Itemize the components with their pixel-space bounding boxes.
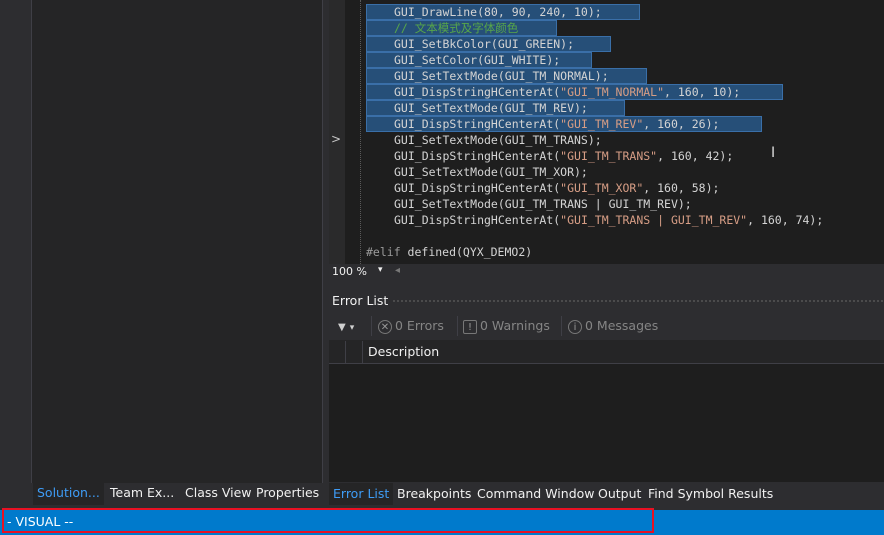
solution-explorer-panel [31,0,323,483]
messages-filter-button[interactable]: i0 Messages [568,317,658,335]
code-token: GUI_SetTextMode(GUI_TM_TRANS); [394,133,602,147]
code-line[interactable]: // 文本模式及字体颜色 [394,20,518,36]
code-token: "GUI_TM_NORMAL" [560,85,665,99]
tab-output[interactable]: Output [594,483,645,505]
code-token: , 160, 42); [657,149,734,163]
errors-count: 0 Errors [395,318,444,333]
code-line[interactable]: GUI_SetTextMode(GUI_TM_TRANS); [394,132,602,148]
chevron-down-icon: ▾ [349,323,355,333]
code-line[interactable]: GUI_SetTextMode(GUI_TM_TRANS | GUI_TM_RE… [394,196,692,212]
toolbar-separator [457,316,458,336]
code-token: GUI_SetTextMode(GUI_TM_REV); [394,101,588,115]
code-line[interactable]: GUI_DispStringHCenterAt("GUI_TM_TRANS | … [394,212,823,228]
code-token: // 文本模式及字体颜色 [394,21,519,35]
tab-command-window[interactable]: Command Window [473,483,599,505]
code-token: "GUI_TM_XOR" [560,181,644,195]
tab-team-explorer[interactable]: Team Ex... [106,483,178,505]
text-cursor-icon: I [771,145,776,161]
tab-error-list[interactable]: Error List [329,483,394,505]
column-separator[interactable] [345,341,346,363]
code-token: GUI_DispStringHCenterAt( [394,117,561,131]
warnings-count: 0 Warnings [480,318,550,333]
code-token: GUI_SetColor(GUI_WHITE); [394,53,561,67]
code-token: GUI_DispStringHCenterAt( [394,213,561,227]
column-separator[interactable] [362,341,363,363]
code-token: defined(QYX_DEMO2) [407,245,533,259]
code-token: "GUI_TM_TRANS | GUI_TM_REV" [560,213,748,227]
code-line[interactable]: GUI_DispStringHCenterAt("GUI_TM_NORMAL",… [394,84,740,100]
code-token: "GUI_TM_REV" [560,117,644,131]
code-line[interactable]: #elif defined(QYX_DEMO2) [366,244,532,260]
code-line[interactable]: GUI_DispStringHCenterAt("GUI_TM_XOR", 16… [394,180,719,196]
tab-class-view[interactable]: Class View [181,483,256,505]
toolbar-separator [561,316,562,336]
scroll-left-icon[interactable]: ◂ [395,265,400,276]
code-token: #elif [366,245,408,259]
messages-count: 0 Messages [585,318,659,333]
code-token: GUI_DispStringHCenterAt( [394,85,561,99]
code-token: , 160, 58); [643,181,720,195]
code-line[interactable]: GUI_SetBkColor(GUI_GREEN); [394,36,574,52]
code-token: , 160, 10); [664,85,741,99]
code-token: "GUI_TM_TRANS" [560,149,658,163]
code-line[interactable]: GUI_DispStringHCenterAt("GUI_TM_TRANS", … [394,148,733,164]
info-icon: i [568,319,582,334]
code-line[interactable]: GUI_DrawLine(80, 90, 240, 10); [394,4,602,20]
zoom-dropdown-icon[interactable]: ▾ [378,265,383,275]
editor-status-strip [329,264,884,282]
code-line[interactable]: GUI_SetColor(GUI_WHITE); [394,52,560,68]
left-panel-tabs: Solution... Team Ex... Class View Proper… [31,483,322,505]
code-line[interactable]: GUI_DispStringHCenterAt("GUI_TM_REV", 16… [394,116,719,132]
code-token: GUI_DispStringHCenterAt( [394,149,561,163]
code-token: GUI_DispStringHCenterAt( [394,181,561,195]
warnings-filter-button[interactable]: ! 0 Warnings [463,317,550,335]
warning-icon: ! [463,319,477,334]
status-highlight-box [2,508,654,533]
code-token: GUI_SetBkColor(GUI_GREEN); [394,37,575,51]
errors-filter-button[interactable]: ✕ 0 Errors [378,317,444,335]
tab-solution-explorer[interactable]: Solution... [33,483,104,505]
code-token: GUI_SetTextMode(GUI_TM_TRANS | GUI_TM_RE… [394,197,692,211]
tab-find-symbol-results[interactable]: Find Symbol Results [644,483,777,505]
chevron-right-icon: > [331,132,342,146]
toolbar-separator [371,316,372,336]
indent-guide [360,0,362,264]
code-token: GUI_SetTextMode(GUI_TM_NORMAL); [394,69,609,83]
filter-button[interactable]: ▼ ▾ [338,317,354,335]
code-line[interactable]: GUI_SetTextMode(GUI_TM_XOR); [394,164,588,180]
vim-mode-indicator: - VISUAL -- [7,514,74,529]
panel-drag-grip[interactable] [392,299,884,304]
code-token: , 160, 26); [643,117,720,131]
column-header-description[interactable]: Description [368,344,439,359]
code-token: , 160, 74); [747,213,824,227]
filter-icon: ▼ [338,322,346,333]
error-icon: ✕ [378,319,392,334]
tab-breakpoints[interactable]: Breakpoints [393,483,475,505]
error-list-title: Error List [332,293,389,308]
code-token: GUI_DrawLine(80, 90, 240, 10); [394,5,602,19]
left-toolbar-strip [0,0,31,510]
code-line[interactable]: GUI_SetTextMode(GUI_TM_REV); [394,100,588,116]
code-line[interactable]: GUI_SetTextMode(GUI_TM_NORMAL); [394,68,609,84]
code-token: GUI_SetTextMode(GUI_TM_XOR); [394,165,588,179]
zoom-level[interactable]: 100 % [332,265,367,278]
tab-properties[interactable]: Properties [252,483,323,505]
